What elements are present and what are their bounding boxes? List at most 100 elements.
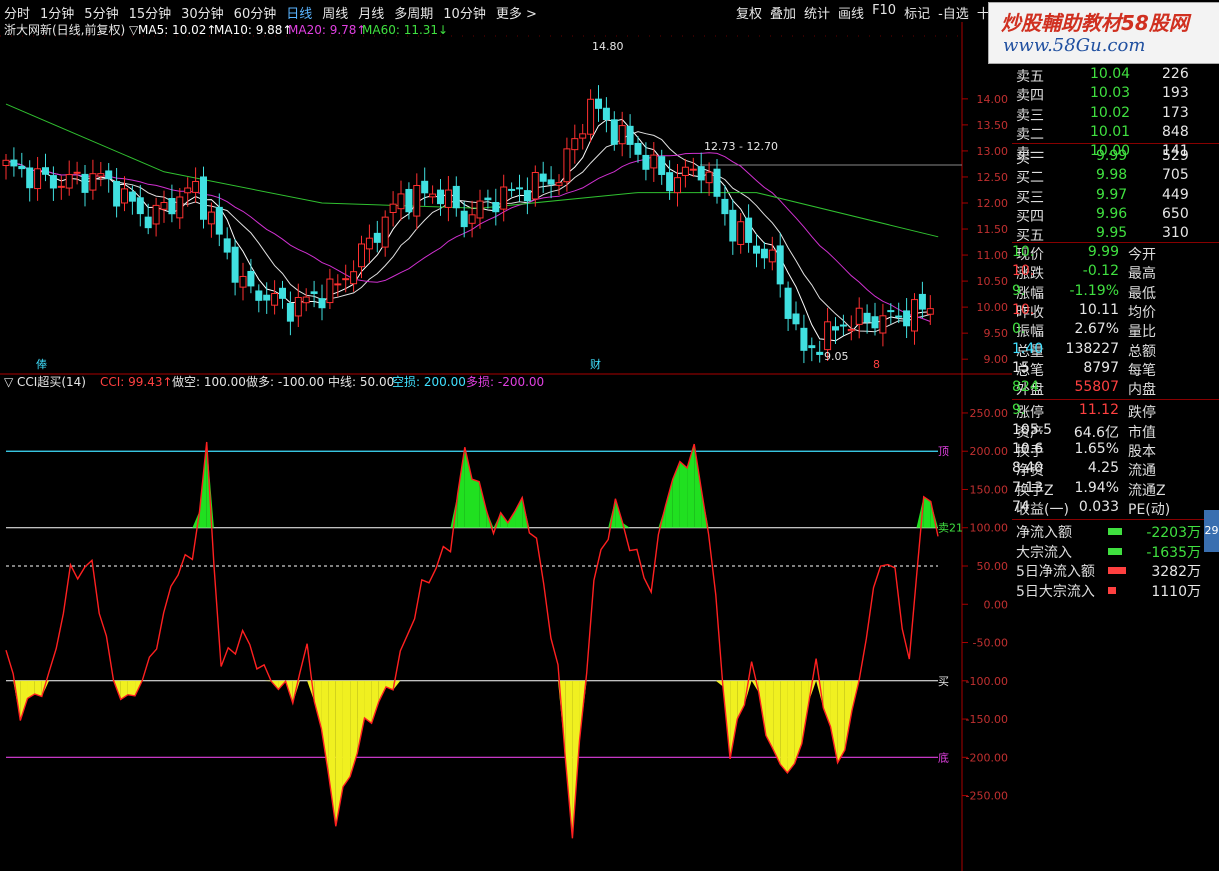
stat-label-2: 内盘	[1128, 382, 1156, 399]
stat-row: 换手Z 1.94% 流通Z 7.13	[1012, 480, 1219, 499]
tool-menu-item-2[interactable]: 统计	[804, 3, 830, 22]
tool-menu: 复权叠加统计画线F10标记-自选十档	[736, 3, 1003, 22]
ask-label: 卖五	[1016, 69, 1044, 85]
flow-row: 净流入额 -2203万	[1012, 522, 1219, 541]
flow-bar	[1108, 586, 1116, 594]
stat-value-2: 9.	[1012, 402, 1026, 419]
stat-label-2: PE(动)	[1128, 501, 1171, 518]
tool-menu-item-4[interactable]: F10	[872, 3, 896, 22]
oversold-fill-108	[780, 680, 788, 773]
tool-menu-item-6[interactable]: -自选	[938, 3, 969, 22]
ask-price: 10.01	[1090, 123, 1131, 140]
cci-tick-3: 100.00	[970, 522, 1009, 535]
stat-value-2: 10.6	[1012, 441, 1044, 457]
stat-row: 净资 4.25 流通 8.40	[1012, 460, 1219, 479]
period-tab-9[interactable]: 多周期	[394, 3, 433, 22]
oversold-fill-116	[837, 680, 845, 763]
oversold-fill-109	[787, 680, 795, 773]
cci-tick-10: -250.00	[966, 790, 1008, 803]
oversold-fill-17	[127, 680, 136, 696]
stat-value-2: 105.5	[1012, 421, 1053, 438]
stat-row: 振幅 2.67% 量比 0.	[1012, 321, 1219, 340]
indicator-legend-5: 多损: -200.00	[466, 375, 544, 389]
stat-label-2: 跌停	[1128, 405, 1156, 422]
event-marker-0[interactable]: 俸	[36, 357, 47, 371]
period-tab-10[interactable]: 10分钟	[443, 3, 486, 22]
range-annotation: 12.73 - 12.70	[704, 140, 778, 153]
stat-label-2: 股本	[1128, 444, 1156, 460]
tool-menu-item-1[interactable]: 叠加	[770, 3, 796, 22]
stat-row: 涨幅 -1.19% 最低 9.	[1012, 283, 1219, 302]
stat-label-2: 市值	[1128, 424, 1156, 441]
ask-volume: 173	[1162, 104, 1189, 121]
price-tick-6: 11.00	[977, 249, 1009, 262]
cci-tick-6: -50.00	[973, 637, 1008, 650]
stat-value-2: 10.	[1012, 263, 1035, 280]
period-tab-2[interactable]: 5分钟	[84, 3, 118, 22]
period-tab-8[interactable]: 月线	[358, 3, 384, 22]
price-tick-4: 12.00	[977, 197, 1009, 210]
chart-area[interactable]: 14.00 13.50 13.00 12.50 12.00 11.50 11.00 10.50…	[0, 22, 1012, 871]
bid-volume: 529	[1162, 148, 1189, 164]
flow-label: 净流入额	[1016, 525, 1072, 542]
price-tick-7: 10.50	[977, 275, 1009, 288]
stat-value-2: 15	[1012, 359, 1030, 376]
period-tab-1[interactable]: 1分钟	[40, 3, 74, 22]
ask-price: 10.03	[1090, 85, 1131, 102]
ask-row: 卖三 10.02 173	[1012, 105, 1219, 124]
period-tab-6[interactable]: 日线	[286, 3, 312, 22]
side-badge[interactable]: 29	[1204, 510, 1219, 552]
stat-value: 1.65%	[1074, 441, 1119, 457]
cci-tick-1: 200.00	[970, 445, 1009, 458]
stat-value: 138227	[1065, 340, 1119, 357]
ma-legend-0: MA5: 10.02↑	[138, 23, 216, 37]
bid-volume: 449	[1162, 186, 1189, 203]
flow-row: 5日净流入额 3282万	[1012, 561, 1219, 580]
bid-row: 买二 9.98 705	[1012, 167, 1219, 186]
period-tabs: 分时 1分钟 5分钟 15分钟 30分钟 60分钟 日线 周线 月线 多周期 10分钟 更多 >	[4, 3, 537, 22]
stat-row: 总笔 8797 每笔 15	[1012, 360, 1219, 379]
stat-label-2: 流通	[1128, 463, 1156, 480]
stat-value: 0.033	[1078, 498, 1119, 515]
sell-label: 卖21	[938, 522, 963, 535]
watermark-logo: 炒股輔助教材58股网 www.58Gu.com	[988, 2, 1219, 64]
period-tab-5[interactable]: 60分钟	[234, 3, 277, 22]
indicator-legend-1: 做空: 100.00	[172, 374, 246, 389]
period-tab-3[interactable]: 15分钟	[129, 3, 172, 22]
period-tab-0[interactable]: 分时	[4, 3, 30, 22]
bid-volume: 310	[1162, 225, 1189, 242]
period-tab-4[interactable]: 30分钟	[181, 3, 224, 22]
divider	[1012, 399, 1219, 401]
stat-value: 10.11	[1078, 301, 1119, 318]
flow-value: -1635万	[1146, 544, 1201, 561]
tool-menu-item-5[interactable]: 标记	[904, 3, 930, 22]
cci-tick-8: -150.00	[966, 713, 1008, 726]
bid-price: 9.95	[1096, 225, 1128, 242]
flow-bar	[1108, 528, 1122, 536]
cci-tick-7: -100.00	[966, 675, 1008, 688]
bid-label: 买二	[1016, 170, 1044, 187]
stat-row: 涨跌 -0.12 最高 10.	[1012, 263, 1219, 282]
ask-row: 卖二 10.01 848	[1012, 124, 1219, 143]
event-marker-1[interactable]: 财	[590, 357, 601, 371]
stat-label-2: 每笔	[1128, 362, 1156, 379]
ask-row: 卖五 10.04 226	[1012, 66, 1219, 85]
tool-menu-item-0[interactable]: 复权	[736, 3, 762, 22]
indicator-legend-4: 空损: 200.00	[392, 375, 466, 389]
tool-menu-item-3[interactable]: 画线	[838, 3, 864, 22]
period-tab-11[interactable]: 更多 >	[496, 3, 537, 22]
indicator-title[interactable]: ▽ CCI超买(14)	[4, 374, 86, 389]
event-marker-2[interactable]: 8	[873, 358, 880, 371]
oversold-fill-50	[364, 680, 372, 724]
period-tab-7[interactable]: 周线	[322, 3, 348, 22]
price-tick-8: 10.00	[977, 301, 1009, 314]
stat-label-2: 量比	[1128, 324, 1156, 341]
stat-value: 8797	[1083, 359, 1119, 376]
price-tick-5: 11.50	[977, 223, 1009, 236]
stat-row: 昨收 10.11 均价 10.	[1012, 302, 1219, 321]
stat-row: 收益(一) 0.033 PE(动) 74	[1012, 499, 1219, 518]
ask-volume: 848	[1162, 123, 1189, 140]
stat-label-2: 今开	[1128, 247, 1156, 263]
price-tick-0: 14.00	[977, 93, 1009, 106]
bid-price: 9.97	[1096, 186, 1128, 203]
